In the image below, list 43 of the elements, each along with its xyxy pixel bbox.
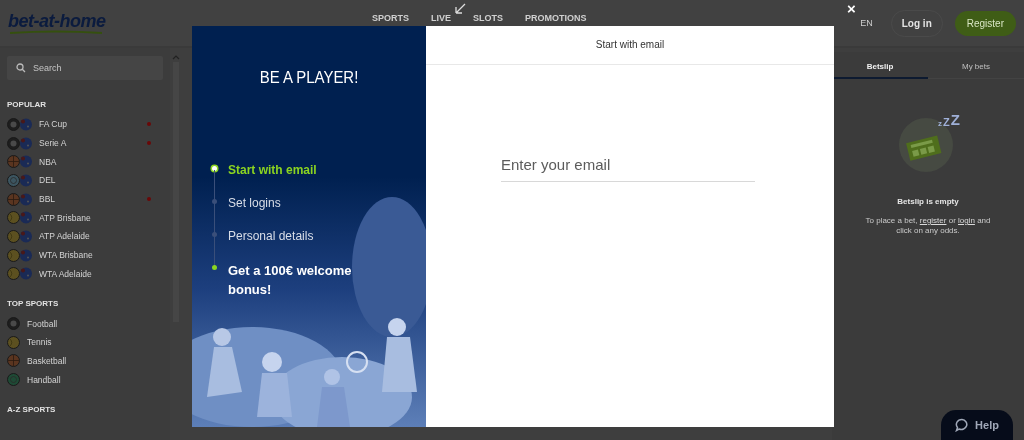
text-link[interactable]: login <box>958 216 975 225</box>
text-link[interactable]: register <box>919 216 947 225</box>
sleep-mark: Z <box>943 116 950 128</box>
nav-link[interactable]: LIVE <box>431 13 452 23</box>
sidebar-item[interactable]: FA Cup <box>7 115 163 134</box>
help-button[interactable]: Help <box>941 410 1013 440</box>
nav-link[interactable]: PROMOTIONS <box>525 13 587 23</box>
dialog-heading: Start with email <box>426 26 834 65</box>
cursor-icon <box>453 2 467 16</box>
sidebar-item[interactable]: Basketball <box>7 351 163 371</box>
search-icon <box>16 63 26 73</box>
sleep-mark: z <box>938 119 942 128</box>
sidebar-item[interactable]: ATP Adelaide <box>7 227 163 246</box>
empty-title: Betslip is empty <box>897 197 959 206</box>
sidebar-item[interactable]: Serie A <box>7 133 163 153</box>
step-label: Set logins <box>228 195 281 211</box>
step-label: Get a 100€ welcome bonus! <box>228 262 353 299</box>
modal-title: BE A PLAYER! <box>258 68 360 88</box>
caret-icon <box>172 54 180 60</box>
sidebar-item[interactable]: Football <box>7 314 163 333</box>
sidebar-item[interactable]: ATP Brisbane <box>7 208 163 228</box>
chat-icon <box>955 418 970 432</box>
sidebar-item[interactable]: Handball <box>7 370 163 389</box>
sidebar-item[interactable]: Tennis <box>7 332 163 352</box>
language-selector[interactable]: EN <box>860 18 873 28</box>
sidebar-item[interactable]: WTA Brisbane <box>7 245 163 265</box>
section-heading: POPULAR <box>7 100 48 109</box>
sidebar-item[interactable]: BBL <box>7 189 163 209</box>
sleep-mark: Z <box>950 111 960 128</box>
sidebar-item[interactable]: WTA Adelaide <box>7 264 163 284</box>
nav-link[interactable]: SPORTS <box>372 13 409 23</box>
sidebar-item[interactable]: DEL <box>7 171 163 190</box>
close-button[interactable]: × <box>847 0 856 17</box>
betslip-tab[interactable]: My bets <box>928 52 1024 79</box>
sidebar-item[interactable]: NBA <box>7 152 163 172</box>
nav-link[interactable]: SLOTS <box>473 13 504 23</box>
section-heading: TOP SPORTS <box>7 299 60 309</box>
search-field[interactable]: Search <box>7 56 163 80</box>
register-button[interactable]: Register <box>954 10 1016 36</box>
step-label: Personal details <box>228 228 314 244</box>
step-label: Start with email <box>228 162 317 178</box>
section-heading: A-Z SPORTS <box>7 404 57 414</box>
empty-message: To place a bet, register or login and click on any odds. <box>864 216 992 236</box>
